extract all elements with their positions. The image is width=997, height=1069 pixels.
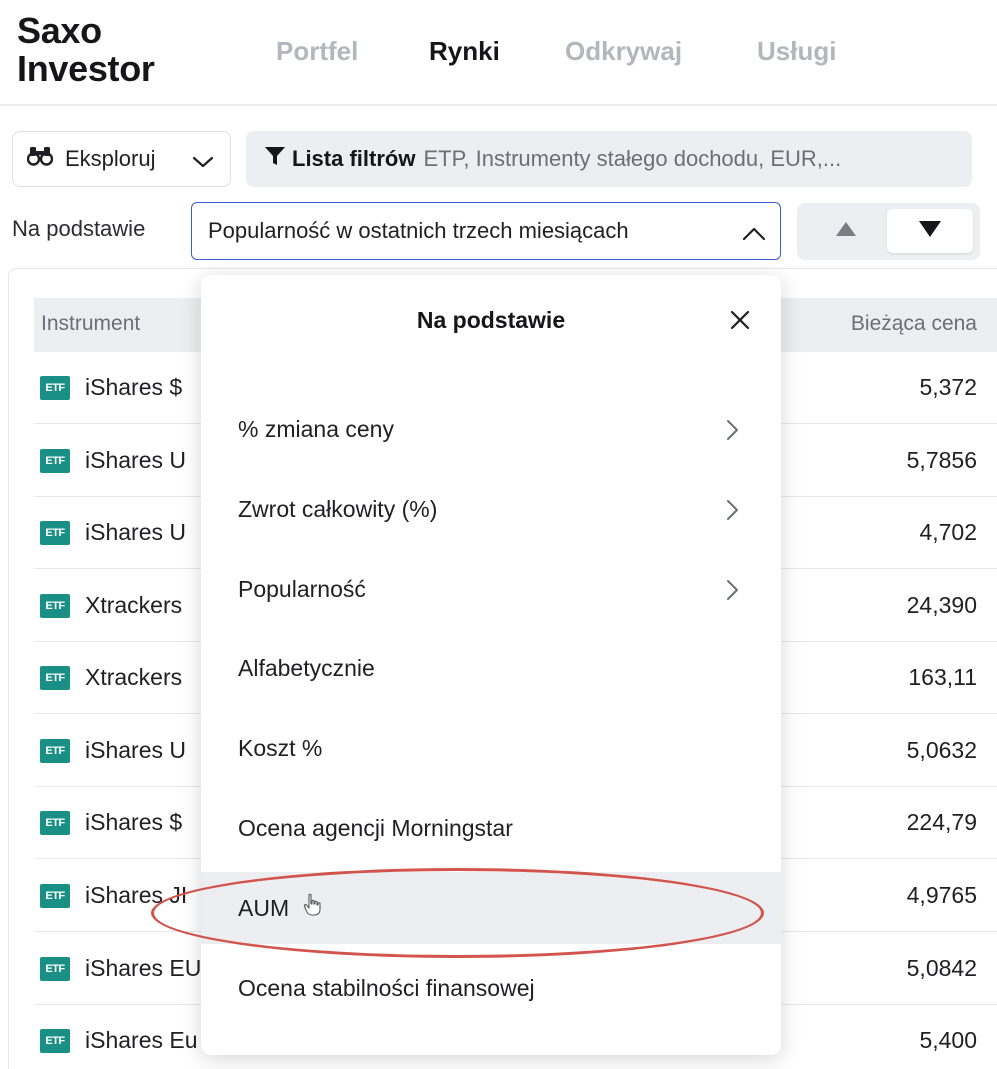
explore-dropdown[interactable]: Eksploruj: [12, 131, 231, 187]
etf-badge-icon: ETF: [40, 957, 70, 981]
logo-line-2: Investor: [17, 48, 155, 89]
etf-badge-icon: ETF: [40, 594, 70, 618]
instrument-price: 5,7856: [906, 447, 977, 473]
etf-badge-icon: ETF: [40, 376, 70, 400]
instrument-name: iShares $: [85, 809, 183, 835]
filter-list-values: ETP, Instrumenty stałego dochodu, EUR,..…: [423, 146, 842, 171]
nav-portfel[interactable]: Portfel: [276, 36, 358, 67]
sort-option-aum[interactable]: AUM: [201, 872, 781, 944]
nav-rynki[interactable]: Rynki: [429, 36, 500, 67]
instrument-name: Xtrackers: [85, 592, 183, 618]
instrument-price: 5,0842: [906, 955, 977, 981]
sort-by-select[interactable]: Popularność w ostatnich trzech miesiącac…: [191, 202, 781, 260]
instrument-name: iShares Eu: [85, 1027, 198, 1053]
instrument-price: 5,400: [919, 1027, 977, 1053]
chevron-right-icon: [725, 499, 739, 527]
instrument-price: 4,702: [919, 519, 977, 545]
instrument-price: 163,11: [908, 664, 977, 690]
nav-uslugi[interactable]: Usługi: [757, 36, 836, 67]
sort-option-financial-stability[interactable]: Ocena stabilności finansowej: [201, 952, 781, 1024]
chevron-right-icon: [725, 579, 739, 607]
dropdown-title: Na podstawie: [416, 307, 566, 333]
sort-option-label: Alfabetycznie: [238, 654, 375, 681]
etf-badge-icon: ETF: [40, 1029, 70, 1053]
sort-option-label: AUM: [238, 894, 290, 921]
chevron-right-icon: [725, 419, 739, 447]
instrument-price: 5,372: [919, 374, 977, 400]
triangle-down-icon: [918, 220, 942, 243]
sort-ascending-button[interactable]: [803, 209, 889, 253]
nav-odkrywaj[interactable]: Odkrywaj: [565, 36, 682, 67]
app-header: Saxo Investor Portfel Rynki Odkrywaj Usł…: [0, 0, 997, 106]
column-header-instrument[interactable]: Instrument: [41, 312, 140, 336]
etf-badge-icon: ETF: [40, 666, 70, 690]
instrument-price: 24,390: [906, 592, 977, 618]
etf-badge-icon: ETF: [40, 449, 70, 473]
etf-badge-icon: ETF: [40, 739, 70, 763]
hand-cursor-icon: [303, 893, 323, 922]
binoculars-icon: [26, 145, 54, 173]
sort-option-label: Ocena stabilności finansowej: [238, 974, 535, 1001]
sort-descending-button[interactable]: [887, 209, 973, 253]
app-logo[interactable]: Saxo Investor: [17, 12, 155, 88]
instrument-name: iShares JI: [85, 882, 188, 908]
sort-option-total-return[interactable]: Zwrot całkowity (%): [201, 473, 781, 545]
instrument-price: 224,79: [906, 809, 977, 835]
sort-by-value: Popularność w ostatnich trzech miesiącac…: [208, 218, 629, 243]
sort-option-label: Ocena agencji Morningstar: [238, 814, 513, 841]
sort-order-toggle: [797, 203, 980, 260]
chevron-down-icon: [192, 149, 214, 175]
instrument-name: iShares EU: [85, 955, 202, 981]
close-icon[interactable]: [729, 309, 751, 331]
sort-option-popularity[interactable]: Popularność: [201, 553, 781, 625]
sort-option-alphabetical[interactable]: Alfabetycznie: [201, 632, 781, 704]
filter-list-button[interactable]: Lista filtrów ETP, Instrumenty stałego d…: [246, 131, 972, 187]
sort-by-dropdown: Na podstawie % zmiana ceny Zwrot całkowi…: [201, 275, 781, 1055]
sort-by-label: Na podstawie: [12, 216, 146, 241]
instrument-name: iShares U: [85, 737, 186, 763]
sort-option-price-change[interactable]: % zmiana ceny: [201, 393, 781, 465]
sort-option-label: Zwrot całkowity (%): [238, 495, 438, 522]
sort-option-label: Popularność: [238, 575, 366, 602]
instrument-name: Xtrackers: [85, 664, 183, 690]
etf-badge-icon: ETF: [40, 884, 70, 908]
sort-option-label: % zmiana ceny: [238, 415, 394, 442]
etf-badge-icon: ETF: [40, 811, 70, 835]
instrument-price: 4,9765: [906, 882, 977, 908]
sort-option-cost[interactable]: Koszt %: [201, 712, 781, 784]
sort-option-morningstar-rating[interactable]: Ocena agencji Morningstar: [201, 792, 781, 864]
instrument-name: iShares U: [85, 447, 186, 473]
column-header-price[interactable]: Bieżąca cena: [851, 312, 977, 336]
triangle-up-icon: [835, 221, 857, 242]
logo-line-1: Saxo: [17, 10, 102, 51]
filter-icon: [264, 145, 286, 173]
explore-label: Eksploruj: [65, 146, 156, 171]
sort-option-label: Koszt %: [238, 734, 323, 761]
etf-badge-icon: ETF: [40, 521, 70, 545]
instrument-name: iShares U: [85, 519, 186, 545]
filter-list-title: Lista filtrów: [292, 146, 416, 171]
chevron-up-icon: [742, 222, 766, 248]
instrument-price: 5,0632: [906, 737, 977, 763]
instrument-name: iShares $: [85, 374, 183, 400]
